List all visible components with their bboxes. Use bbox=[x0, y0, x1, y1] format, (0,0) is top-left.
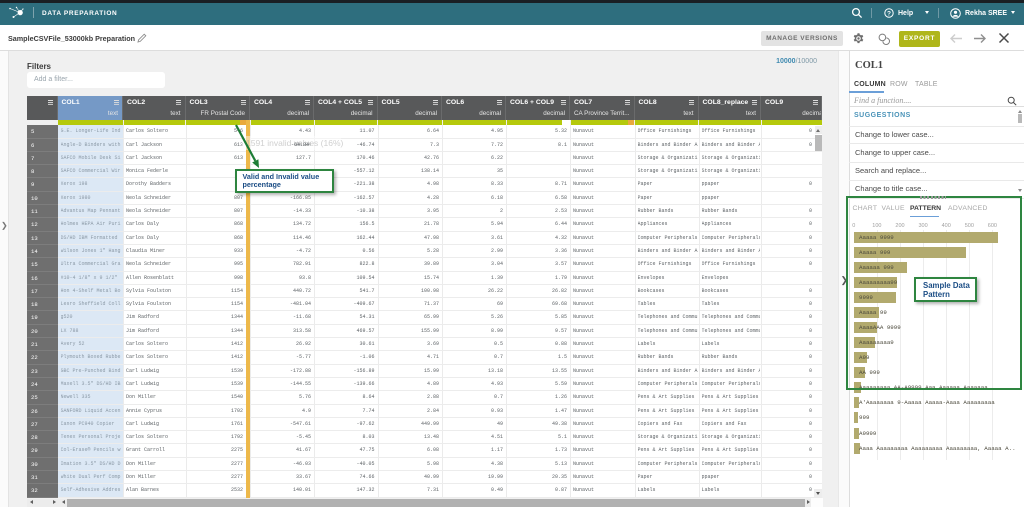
svg-text:?: ? bbox=[887, 10, 891, 17]
